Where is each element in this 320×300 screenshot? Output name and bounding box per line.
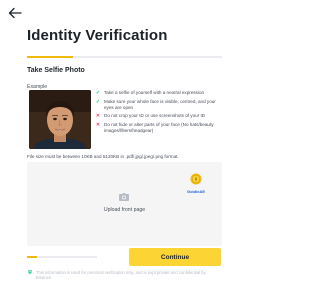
shield-check-icon: ⛨ — [28, 270, 32, 276]
check-icon: ✓ — [95, 90, 101, 96]
guideline-item: ✓ Make sure your whole face is visible, … — [95, 99, 225, 111]
page-title: Identity Verification — [27, 27, 168, 44]
guideline-text: Take a selfie of yourself with a neutral… — [104, 90, 205, 95]
guideline-text: Do not crop your ID or use screenshots o… — [104, 113, 206, 118]
upload-progress-fill — [27, 256, 37, 258]
example-selfie-image — [29, 90, 91, 149]
selfie-portrait-illustration — [29, 90, 91, 149]
camera-icon[interactable] — [119, 193, 129, 201]
back-arrow-icon[interactable] — [8, 7, 22, 19]
section-subtitle: Take Selfie Photo — [27, 67, 85, 74]
check-icon: ✓ — [95, 98, 101, 105]
cross-icon: ✕ — [95, 113, 101, 119]
privacy-note: ⛨ This information is used for personal … — [27, 270, 222, 280]
cross-icon: ✕ — [95, 121, 101, 128]
guideline-item: ✕ Do not crop your ID or use screenshots… — [95, 113, 225, 119]
upload-progress-bar — [27, 256, 97, 258]
upload-label: Upload front page — [103, 207, 146, 213]
privacy-text: This information is used for personal ve… — [36, 270, 206, 281]
badge-text: GoldleAE — [186, 189, 205, 194]
step-progress-fill — [27, 56, 73, 58]
guideline-text: Do not hide or alter parts of your face … — [104, 121, 214, 133]
continue-button[interactable]: Continue — [129, 248, 221, 266]
watermark-badge: GoldleAE — [181, 172, 211, 196]
selfie-guidelines-list: ✓ Take a selfie of yourself with a neutr… — [95, 90, 225, 136]
guideline-item: ✕ Do not hide or alter parts of your fac… — [95, 122, 225, 134]
step-track — [73, 56, 222, 58]
guideline-item: ✓ Take a selfie of yourself with a neutr… — [95, 90, 225, 96]
coin-logo-icon — [190, 173, 202, 185]
guideline-text: Make sure your whole face is visible, ce… — [104, 98, 216, 110]
file-size-note: File size must be between 10KB and 5120K… — [27, 154, 179, 159]
